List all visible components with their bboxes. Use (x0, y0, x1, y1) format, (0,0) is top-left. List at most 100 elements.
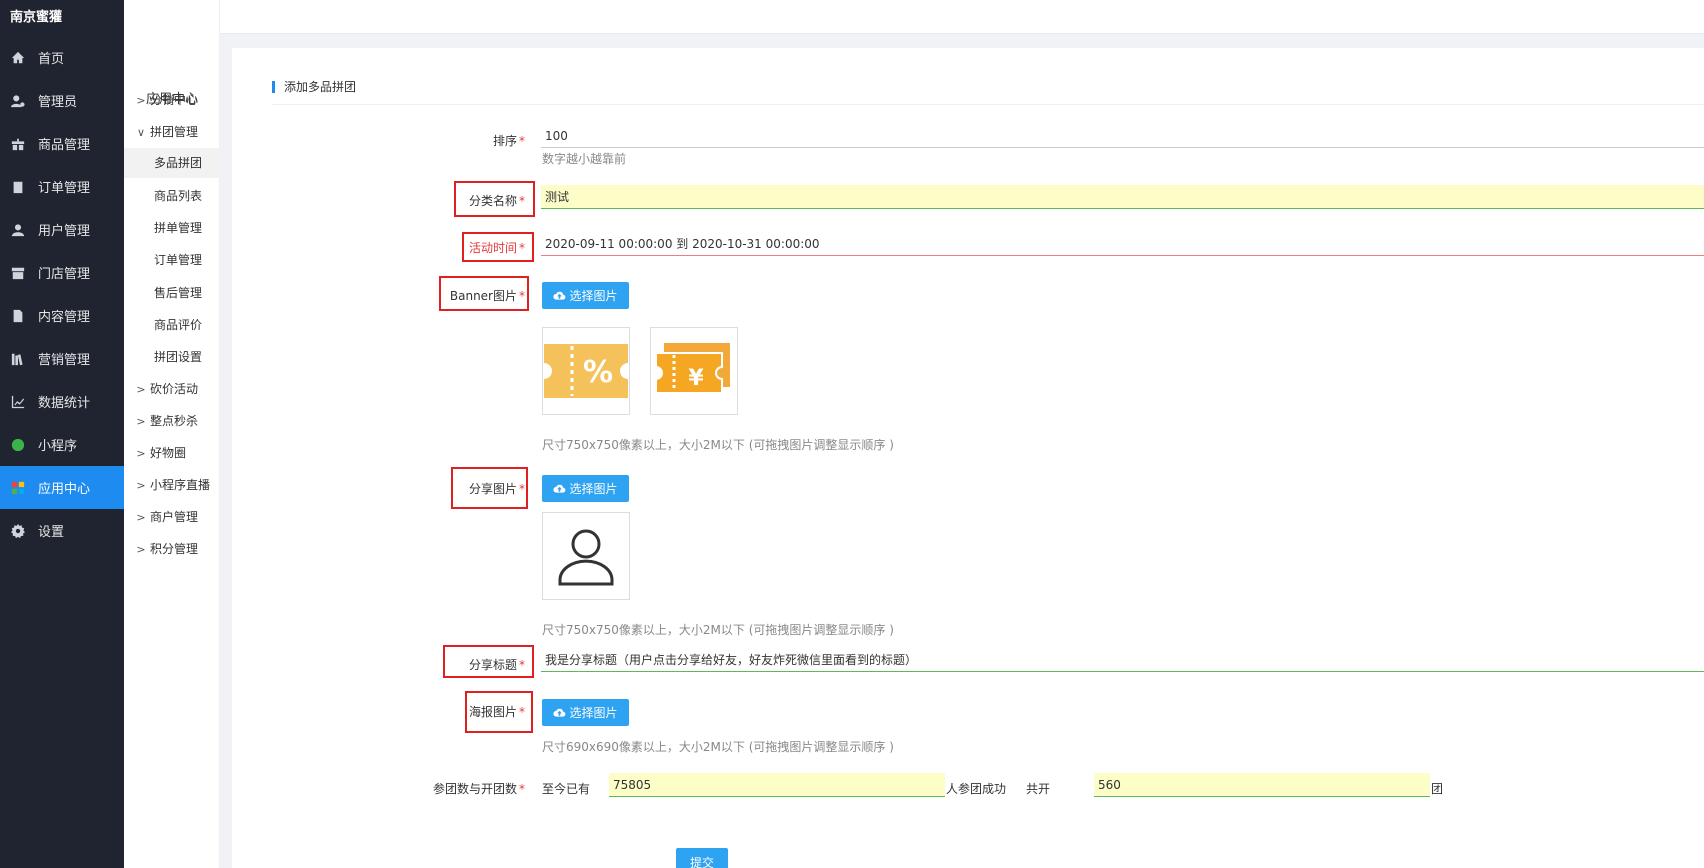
category-input[interactable]: 测试 (541, 185, 1704, 209)
nav-label: 内容管理 (38, 310, 91, 325)
nav-statistics[interactable]: 数据统计 (0, 380, 124, 423)
share-title-input[interactable]: 我是分享标题（用户点击分享给好友，好友炸死微信里面看到的标题） (541, 648, 1704, 672)
sub-item-distribution[interactable]: > 分销中心 (124, 85, 220, 115)
sub-item-merchants[interactable]: > 商户管理 (124, 502, 220, 532)
open-prefix: 共开 (1026, 782, 1051, 796)
top-bar (124, 0, 1704, 34)
user-icon (10, 222, 26, 238)
brand-name: 南京蜜獾 (10, 10, 63, 25)
section-title: 添加多品拼团 (272, 81, 356, 93)
nav-admin[interactable]: 管理员 (0, 79, 124, 122)
sub-item-after-sale[interactable]: 售后管理 (124, 278, 220, 308)
chevron-right-icon: > (136, 383, 146, 396)
sort-label: 排序 * (492, 134, 525, 148)
section-divider (272, 104, 1704, 105)
sub-item-bargain[interactable]: > 砍价活动 (124, 374, 220, 404)
avatar-placeholder-icon (558, 529, 614, 586)
miniprogram-icon (10, 437, 26, 453)
sort-hint: 数字越小越靠前 (542, 152, 627, 166)
activity-time-input[interactable]: 2020-09-11 00:00:00 到 2020-10-31 00:00:0… (541, 232, 1704, 256)
nav-label: 管理员 (38, 95, 78, 110)
chevron-right-icon: > (136, 447, 146, 460)
nav-label: 门店管理 (38, 267, 91, 282)
open-count-input[interactable]: 560 (1094, 773, 1430, 797)
form-panel: 添加多品拼团 排序 * 100 数字越小越靠前 分类名称 * 测试 活动时间 * 20… (232, 48, 1704, 868)
document-icon (10, 308, 26, 324)
main-sidebar: 南京蜜獾 首页 管理员 商品管理 订单管理 用户管理 门店管理 内容管理 营销管… (0, 0, 124, 868)
sub-item-group-settings[interactable]: 拼团设置 (124, 342, 220, 372)
app-center-sidebar: 应用中心 > 分销中心 ∨ 拼团管理 多品拼团 商品列表 拼单管理 订单管理 售后管… (124, 0, 220, 868)
books-icon (10, 351, 26, 367)
join-count-input[interactable]: 75805 (609, 773, 945, 797)
gear-icon (10, 523, 26, 539)
nav-stores[interactable]: 门店管理 (0, 251, 124, 294)
cloud-upload-icon (553, 484, 566, 493)
nav-label: 首页 (38, 52, 65, 67)
sub-item-good-circle[interactable]: > 好物圈 (124, 438, 220, 468)
apps-icon (10, 480, 26, 496)
nav-label: 商品管理 (38, 138, 91, 153)
banner-upload-button[interactable]: 选择图片 (542, 282, 629, 309)
chevron-right-icon: > (136, 511, 146, 524)
sub-item-flash-sale[interactable]: > 整点秒杀 (124, 406, 220, 436)
discount-ticket-icon: % (544, 344, 628, 398)
banner-thumb-discount[interactable]: % (542, 327, 630, 415)
chevron-right-icon: > (136, 479, 146, 492)
share-image-upload-button[interactable]: 选择图片 (542, 475, 629, 502)
sub-item-goods-list[interactable]: 商品列表 (124, 181, 220, 211)
share-title-label: 分享标题 * (468, 658, 525, 672)
clipboard-icon (10, 179, 26, 195)
cloud-upload-icon (553, 708, 566, 717)
share-image-label: 分享图片 * (468, 482, 525, 496)
chevron-right-icon: > (136, 415, 146, 428)
gift-icon (10, 136, 26, 152)
chevron-right-icon: > (136, 543, 146, 556)
open-suffix: 团 (1431, 782, 1444, 796)
sub-item-live[interactable]: > 小程序直播 (124, 470, 220, 500)
nav-label: 应用中心 (38, 482, 91, 497)
cloud-upload-icon (553, 291, 566, 300)
nav-miniprogram[interactable]: 小程序 (0, 423, 124, 466)
nav-label: 小程序 (38, 439, 78, 454)
store-icon (10, 265, 26, 281)
sub-item-multi-group[interactable]: 多品拼团 (124, 148, 220, 178)
nav-label: 用户管理 (38, 224, 91, 239)
sort-input[interactable]: 100 (541, 124, 1704, 148)
home-icon (10, 50, 26, 66)
svg-text:¥: ¥ (688, 366, 704, 391)
sub-item-points[interactable]: > 积分管理 (124, 534, 220, 564)
join-prefix: 至今已有 (542, 782, 591, 796)
sub-item-order-manage[interactable]: 订单管理 (124, 245, 220, 275)
nav-home[interactable]: 首页 (0, 36, 124, 79)
poster-hint: 尺寸690x690像素以上，大小2M以下 (可拖拽图片调整显示顺序 ) (542, 740, 894, 754)
banner-hint: 尺寸750x750像素以上，大小2M以下 (可拖拽图片调整显示顺序 ) (542, 438, 894, 452)
line-chart-icon (10, 394, 26, 410)
chevron-down-icon: ∨ (136, 126, 146, 139)
banner-label: Banner图片 * (449, 289, 525, 303)
svg-text:%: % (583, 355, 613, 390)
category-label: 分类名称 * (468, 194, 525, 208)
nav-marketing[interactable]: 营销管理 (0, 337, 124, 380)
nav-app-center[interactable]: 应用中心 (0, 466, 124, 509)
nav-goods[interactable]: 商品管理 (0, 122, 124, 165)
join-mid-text: 人参团成功 (946, 782, 1007, 796)
poster-upload-button[interactable]: 选择图片 (542, 699, 629, 726)
submit-button[interactable]: 提交 (676, 848, 728, 868)
nav-label: 设置 (38, 525, 65, 540)
poster-label: 海报图片 * (468, 705, 525, 719)
nav-label: 营销管理 (38, 353, 91, 368)
sub-item-group-orders[interactable]: 拼单管理 (124, 213, 220, 243)
activity-time-label: 活动时间 * (468, 241, 525, 255)
banner-thumb-coupon[interactable]: ¥ (650, 327, 738, 415)
sub-item-group-buy[interactable]: ∨ 拼团管理 (124, 117, 220, 147)
coupon-ticket-icon: ¥ (655, 343, 730, 394)
nav-label: 订单管理 (38, 181, 91, 196)
share-image-thumb[interactable] (542, 512, 630, 600)
join-open-label: 参团数与开团数 * (432, 782, 525, 796)
sub-item-reviews[interactable]: 商品评价 (124, 310, 220, 340)
nav-label: 数据统计 (38, 396, 91, 411)
nav-settings[interactable]: 设置 (0, 509, 124, 552)
nav-content[interactable]: 内容管理 (0, 294, 124, 337)
nav-users[interactable]: 用户管理 (0, 208, 124, 251)
nav-orders[interactable]: 订单管理 (0, 165, 124, 208)
